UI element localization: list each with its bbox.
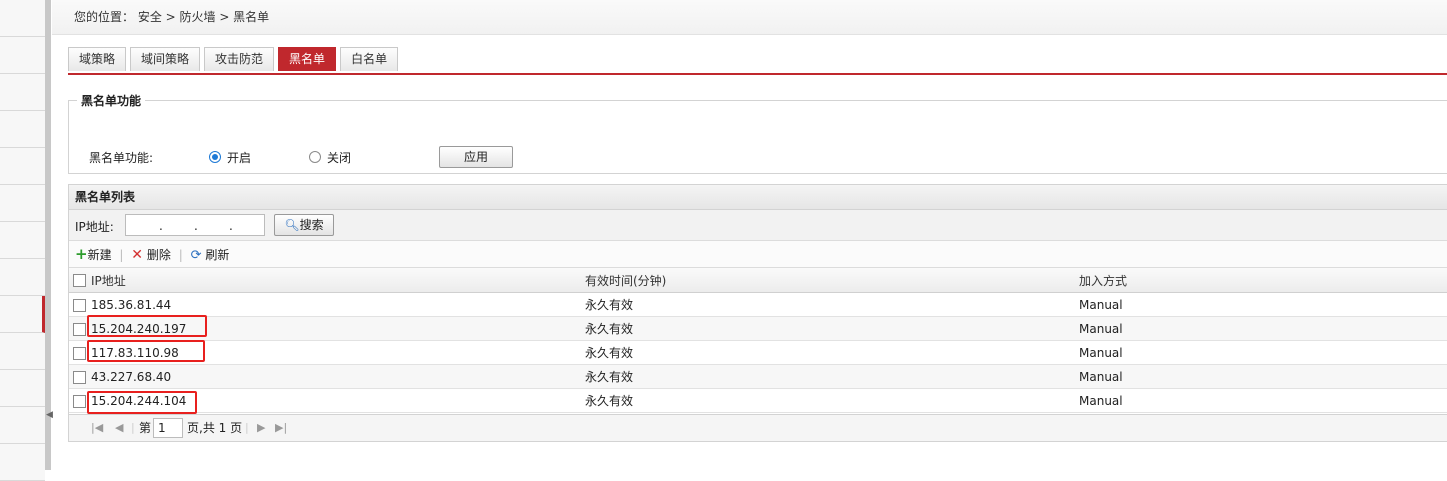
collapse-arrow-icon[interactable]: ◀ bbox=[46, 405, 53, 425]
tab-bar: 域策略 域间策略 攻击防范 黑名单 白名单 bbox=[68, 47, 1447, 75]
main-content: 您的位置： 安全 > 防火墙 > 黑名单 域策略 域间策略 攻击防范 黑名单 白… bbox=[52, 0, 1447, 470]
delete-button[interactable]: ✕ 删除 bbox=[131, 242, 171, 268]
nav-item-active[interactable] bbox=[0, 296, 45, 333]
radio-off-label[interactable]: 关闭 bbox=[327, 147, 351, 169]
nav-item[interactable] bbox=[0, 407, 45, 444]
list-toolbar: +新建 | ✕ 删除 | ⟳ 刷新 bbox=[69, 241, 1447, 268]
left-nav bbox=[0, 0, 46, 481]
row-checkbox[interactable] bbox=[73, 322, 86, 336]
radio-on[interactable] bbox=[209, 151, 221, 163]
nav-item[interactable] bbox=[0, 444, 45, 481]
ip-dot: . bbox=[229, 219, 233, 233]
ip-cell: 117.83.110.98 bbox=[91, 340, 585, 365]
ip-address-input[interactable]: . . . bbox=[125, 214, 265, 236]
row-checkbox[interactable] bbox=[73, 346, 86, 360]
method-cell: Manual bbox=[1079, 340, 1447, 365]
pager-divider: | bbox=[245, 421, 249, 434]
tab-zone-policy[interactable]: 域策略 bbox=[68, 47, 127, 71]
method-cell: Manual bbox=[1079, 292, 1447, 317]
row-checkbox[interactable] bbox=[73, 370, 86, 384]
nav-item[interactable] bbox=[0, 148, 45, 185]
nav-item[interactable] bbox=[0, 222, 45, 259]
pager-divider: | bbox=[131, 421, 135, 434]
nav-item[interactable] bbox=[0, 0, 45, 37]
row-checkbox[interactable] bbox=[73, 298, 86, 312]
blacklist-function-section: 黑名单功能 黑名单功能: 开启 关闭 应用 bbox=[68, 92, 1447, 174]
plus-icon: + bbox=[75, 245, 88, 263]
column-header-ip[interactable]: IP地址 bbox=[91, 268, 585, 293]
validity-cell: 永久有效 bbox=[585, 292, 1079, 317]
breadcrumb: 您的位置： 安全 > 防火墙 > 黑名单 bbox=[52, 0, 1447, 35]
blacklist-table: IP地址 有效时间(分钟) 加入方式 185.36.81.44 永久有效 Man… bbox=[69, 268, 1447, 413]
ip-cell: 43.227.68.40 bbox=[91, 364, 585, 389]
toolbar-divider: | bbox=[178, 248, 183, 262]
new-label: 新建 bbox=[87, 248, 112, 262]
page-total: 页,共 1 页 bbox=[187, 421, 243, 435]
radio-on-label[interactable]: 开启 bbox=[227, 147, 251, 169]
new-button[interactable]: +新建 bbox=[75, 241, 112, 268]
column-header-method[interactable]: 加入方式 bbox=[1079, 268, 1447, 293]
ip-dot: . bbox=[159, 219, 163, 233]
select-all-cell bbox=[69, 268, 91, 293]
table-row[interactable]: 15.204.244.104 永久有效 Manual bbox=[69, 388, 1447, 413]
validity-cell: 永久有效 bbox=[585, 316, 1079, 341]
table-row[interactable]: 185.36.81.44 永久有效 Manual bbox=[69, 292, 1447, 317]
nav-item[interactable] bbox=[0, 37, 45, 74]
delete-label: 删除 bbox=[146, 248, 171, 262]
next-page-icon[interactable]: ▶ bbox=[257, 415, 265, 441]
nav-item[interactable] bbox=[0, 259, 45, 296]
toolbar-divider: | bbox=[119, 248, 124, 262]
refresh-label: 刷新 bbox=[205, 248, 230, 262]
magnifier-icon: 🔍︎ bbox=[284, 218, 300, 232]
ip-search-label: IP地址: bbox=[75, 220, 114, 234]
page-prefix: 第 bbox=[139, 421, 152, 435]
table-row[interactable]: 15.204.240.197 永久有效 Manual bbox=[69, 316, 1447, 341]
panel-splitter[interactable] bbox=[45, 0, 51, 470]
ip-cell: 15.204.244.104 bbox=[91, 388, 585, 413]
refresh-icon: ⟳ bbox=[190, 248, 202, 263]
search-button-label: 搜索 bbox=[299, 218, 324, 232]
tab-attack-defense[interactable]: 攻击防范 bbox=[204, 47, 275, 71]
search-bar: IP地址: . . . 🔍︎搜索 bbox=[69, 210, 1447, 241]
search-button[interactable]: 🔍︎搜索 bbox=[274, 214, 334, 236]
refresh-button[interactable]: ⟳ 刷新 bbox=[191, 242, 230, 269]
table-row[interactable]: 117.83.110.98 永久有效 Manual bbox=[69, 340, 1447, 365]
tab-blacklist[interactable]: 黑名单 bbox=[278, 47, 337, 71]
table-header-row: IP地址 有效时间(分钟) 加入方式 bbox=[69, 268, 1447, 293]
delete-x-icon: ✕ bbox=[131, 247, 144, 263]
tab-interzone-policy[interactable]: 域间策略 bbox=[130, 47, 201, 71]
nav-item[interactable] bbox=[0, 74, 45, 111]
method-cell: Manual bbox=[1079, 388, 1447, 413]
last-page-icon[interactable]: ▶| bbox=[275, 415, 287, 441]
nav-item[interactable] bbox=[0, 370, 45, 407]
nav-item[interactable] bbox=[0, 185, 45, 222]
ip-dot: . bbox=[194, 219, 198, 233]
nav-item[interactable] bbox=[0, 333, 45, 370]
panel-title: 黑名单列表 bbox=[69, 185, 1447, 210]
column-header-validity[interactable]: 有效时间(分钟) bbox=[585, 268, 1079, 293]
method-cell: Manual bbox=[1079, 316, 1447, 341]
method-cell: Manual bbox=[1079, 364, 1447, 389]
pagination-bar: |◀ ◀ | 第 1 页,共 1 页 | ▶ ▶| 当前 bbox=[69, 414, 1447, 441]
ip-cell: 15.204.240.197 bbox=[91, 316, 585, 341]
section-legend: 黑名单功能 bbox=[81, 94, 142, 108]
first-page-icon[interactable]: |◀ bbox=[91, 415, 103, 441]
ip-cell: 185.36.81.44 bbox=[91, 292, 585, 317]
nav-item[interactable] bbox=[0, 111, 45, 148]
apply-button[interactable]: 应用 bbox=[439, 146, 513, 168]
tab-whitelist[interactable]: 白名单 bbox=[340, 47, 399, 71]
validity-cell: 永久有效 bbox=[585, 340, 1079, 365]
validity-cell: 永久有效 bbox=[585, 388, 1079, 413]
blacklist-panel: 黑名单列表 IP地址: . . . 🔍︎搜索 +新建 | ✕ 删除 | ⟳ 刷新 bbox=[68, 184, 1447, 442]
table-row[interactable]: 43.227.68.40 永久有效 Manual bbox=[69, 364, 1447, 389]
select-all-checkbox[interactable] bbox=[73, 274, 86, 287]
prev-page-icon[interactable]: ◀ bbox=[115, 415, 123, 441]
radio-off[interactable] bbox=[309, 151, 321, 163]
validity-cell: 永久有效 bbox=[585, 364, 1079, 389]
function-row: 黑名单功能: 开启 关闭 应用 bbox=[89, 146, 589, 169]
row-checkbox[interactable] bbox=[73, 394, 86, 408]
function-label: 黑名单功能: bbox=[89, 151, 154, 165]
page-number-input[interactable]: 1 bbox=[153, 418, 183, 438]
